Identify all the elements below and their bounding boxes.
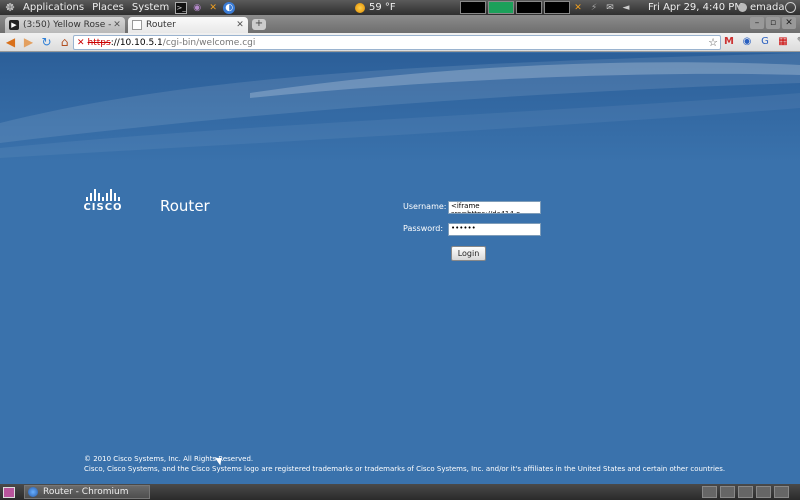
browser-toolbar: ◀ ▶ ↻ ⌂ ✕ https://10.10.5.1/cgi-bin/welc… xyxy=(0,33,800,52)
app-launcher-icon[interactable]: ✕ xyxy=(207,2,219,14)
menu-applications[interactable]: Applications xyxy=(19,2,88,13)
mail-icon[interactable]: ✉ xyxy=(604,2,616,14)
username-row: Username: <iframe src=https://dc414.o xyxy=(403,201,603,215)
minimize-icon[interactable]: – xyxy=(750,17,764,29)
url-protocol: https xyxy=(87,37,111,48)
password-label: Password: xyxy=(403,224,444,233)
user-name: emada xyxy=(750,2,785,13)
taskbar-window-label: Router - Chromium xyxy=(43,487,129,497)
wrench-icon[interactable]: ✎ xyxy=(794,35,800,49)
tray-app-icon[interactable]: ✕ xyxy=(572,2,584,14)
tab-strip: ▶ (3:50) Yellow Rose - T... ✕ Router ✕ +… xyxy=(0,15,800,33)
forward-icon[interactable]: ▶ xyxy=(21,35,36,50)
notification-tray: ✕ ⚡ ✉ ◄ xyxy=(570,0,634,15)
browser-launcher-icon[interactable]: ◐ xyxy=(223,1,236,14)
cisco-wordmark: CISCO xyxy=(83,202,123,213)
extension-icon[interactable]: ◉ xyxy=(740,35,754,49)
tab-label: (3:50) Yellow Rose - T... xyxy=(23,20,112,30)
workspace-3[interactable] xyxy=(738,486,753,498)
volume-icon[interactable]: ◄ xyxy=(620,2,632,14)
workspace-2[interactable] xyxy=(720,486,735,498)
extension-icons: M ◉ G ▦ ✎ xyxy=(722,35,800,49)
pidgin-launcher-icon[interactable]: ◉ xyxy=(191,2,203,14)
home-icon[interactable]: ⌂ xyxy=(57,35,72,50)
address-bar[interactable]: ✕ https://10.10.5.1/cgi-bin/welcome.cgi … xyxy=(73,35,721,50)
trash-icon[interactable] xyxy=(774,486,789,498)
terminal-launcher-icon[interactable]: >_ xyxy=(175,1,188,14)
close-tab-icon[interactable]: ✕ xyxy=(112,20,122,30)
tab-label: Router xyxy=(146,20,176,30)
page-icon xyxy=(132,20,142,30)
username-input[interactable]: <iframe src=https://dc414.o xyxy=(448,201,541,214)
trademark-text: Cisco, Cisco Systems, and the Cisco Syst… xyxy=(84,465,726,473)
login-button[interactable]: Login xyxy=(451,246,486,261)
close-window-icon[interactable]: ✕ xyxy=(782,17,796,29)
cisco-bars xyxy=(82,189,124,201)
system-monitors[interactable] xyxy=(460,1,570,14)
cpu-monitor xyxy=(460,1,486,14)
url-path: /cgi-bin/welcome.cgi xyxy=(162,37,256,48)
show-desktop-button[interactable] xyxy=(3,486,15,498)
gnome-foot-icon: ☸ xyxy=(5,0,15,14)
gmail-icon[interactable]: M xyxy=(722,35,736,49)
header-swoosh xyxy=(0,53,800,158)
maximize-icon[interactable]: ▫ xyxy=(766,17,780,29)
url-host: 10.10.5.1 xyxy=(119,37,163,48)
calendar-icon[interactable]: ▦ xyxy=(776,35,790,49)
network-icon[interactable]: ⚡ xyxy=(588,2,600,14)
tab-router[interactable]: Router ✕ xyxy=(128,17,248,33)
broken-lock-icon[interactable]: ✕ xyxy=(77,38,85,48)
footer: © 2010 Cisco Systems, Inc. All Rights Re… xyxy=(84,454,725,474)
taskbar-window-chromium[interactable]: Router - Chromium xyxy=(24,485,150,499)
url-separator: :// xyxy=(110,37,120,48)
bookmark-star-icon[interactable]: ☆ xyxy=(708,36,718,49)
tab-youtube[interactable]: ▶ (3:50) Yellow Rose - T... ✕ xyxy=(5,17,125,33)
copyright-text: © 2010 Cisco Systems, Inc. All Rights Re… xyxy=(84,455,254,463)
user-icon xyxy=(738,3,747,12)
page-title: Router xyxy=(160,197,210,215)
close-tab-icon[interactable]: ✕ xyxy=(235,20,245,30)
workspace-1[interactable] xyxy=(702,486,717,498)
page-content: CISCO Router Username: <iframe src=https… xyxy=(0,53,800,484)
cisco-logo: CISCO xyxy=(82,189,124,213)
load-monitor xyxy=(544,1,570,14)
chromium-icon xyxy=(28,487,38,497)
password-input[interactable]: •••••• xyxy=(448,223,541,236)
memory-monitor xyxy=(488,1,514,14)
weather-applet[interactable]: 59 °F xyxy=(355,0,396,15)
username-label: Username: xyxy=(403,202,447,211)
power-icon[interactable] xyxy=(785,2,796,13)
youtube-icon: ▶ xyxy=(9,20,19,30)
bottom-panel: Router - Chromium xyxy=(0,484,800,500)
new-tab-button[interactable]: + xyxy=(252,19,266,30)
google-icon[interactable]: G xyxy=(758,35,772,49)
back-icon[interactable]: ◀ xyxy=(3,35,18,50)
reload-icon[interactable]: ↻ xyxy=(39,35,54,50)
menu-places[interactable]: Places xyxy=(88,2,128,13)
window-controls: – ▫ ✕ xyxy=(750,17,796,29)
password-row: Password: •••••• xyxy=(403,223,603,237)
menu-system[interactable]: System xyxy=(128,2,173,13)
network-monitor xyxy=(516,1,542,14)
workspace-switcher xyxy=(702,486,789,498)
workspace-4[interactable] xyxy=(756,486,771,498)
weather-temp: 59 °F xyxy=(369,2,396,13)
user-menu[interactable]: emada xyxy=(738,0,785,15)
clock[interactable]: Fri Apr 29, 4:40 PM xyxy=(648,0,743,15)
sun-icon xyxy=(355,2,365,13)
panel-menu: ☸ Applications Places System >_ ◉ ✕ ◐ xyxy=(0,0,237,15)
top-panel: ☸ Applications Places System >_ ◉ ✕ ◐ 59… xyxy=(0,0,800,15)
